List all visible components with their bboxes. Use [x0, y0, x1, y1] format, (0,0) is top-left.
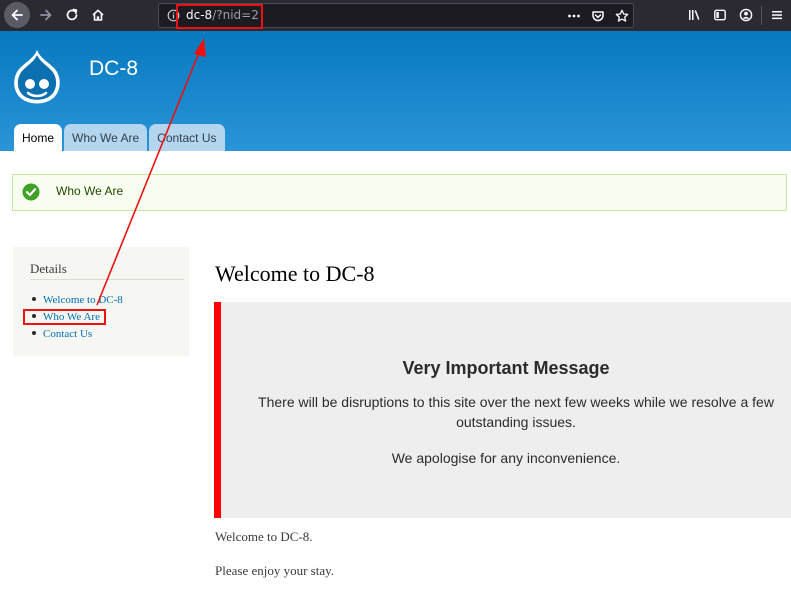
- primary-tabs: Home Who We Are Contact Us: [14, 124, 227, 151]
- account-icon: [739, 8, 753, 22]
- sidebar-divider: [30, 279, 184, 280]
- tab-who-we-are[interactable]: Who We Are: [64, 124, 148, 151]
- body-paragraph: Please enjoy your stay.: [215, 563, 335, 578]
- sidebar-item-label: Welcome to DC-8: [43, 294, 123, 306]
- forward-arrow-icon: [40, 9, 52, 21]
- home-icon: [92, 9, 104, 21]
- notice-apology: We apologise for any inconvenience.: [391, 450, 621, 466]
- browser-toolbar: dc-8/?nid=2: [0, 0, 791, 31]
- sidebar-details: Details Welcome to DC-8 Who We Are Conta…: [13, 247, 189, 356]
- body-paragraph: Welcome to DC-8.: [215, 529, 313, 544]
- back-button[interactable]: [4, 2, 30, 28]
- drupal-logo-icon[interactable]: [10, 48, 64, 106]
- sidebar-item-contact-us[interactable]: Contact Us: [30, 326, 123, 343]
- forward-button[interactable]: [34, 3, 58, 27]
- bookmark-star-icon[interactable]: [615, 9, 629, 23]
- pocket-icon[interactable]: [591, 9, 605, 23]
- account-button[interactable]: [734, 3, 758, 27]
- sidebar-item-welcome[interactable]: Welcome to DC-8: [30, 292, 123, 309]
- important-notice: Very Important Message There will be dis…: [214, 302, 791, 518]
- sidebar-icon: [714, 9, 726, 21]
- home-button[interactable]: [86, 3, 110, 27]
- library-button[interactable]: [682, 3, 706, 27]
- page-title: Welcome to DC-8: [215, 261, 375, 286]
- reload-icon: [66, 8, 78, 21]
- status-text: Who We Are: [56, 184, 124, 198]
- check-circle-icon: [22, 183, 40, 201]
- site-header: DC-8 Home Who We Are Contact Us: [0, 31, 791, 151]
- back-arrow-icon: [11, 9, 23, 21]
- notice-heading: Very Important Message: [402, 358, 610, 378]
- site-name[interactable]: DC-8: [89, 57, 138, 81]
- library-icon: [689, 10, 700, 20]
- reload-button[interactable]: [60, 3, 84, 27]
- status-message: Who We Are: [12, 174, 787, 211]
- sidebar-button[interactable]: [708, 3, 732, 27]
- tab-contact-us[interactable]: Contact Us: [149, 124, 225, 151]
- more-dots-icon[interactable]: [567, 9, 581, 23]
- bullet-icon: [32, 331, 36, 336]
- annotation-box-link: [23, 309, 106, 325]
- sidebar-title: Details: [30, 261, 67, 276]
- menu-button[interactable]: [765, 3, 789, 27]
- notice-paragraph: There will be disruptions to this site o…: [258, 394, 774, 430]
- menu-icon: [772, 11, 782, 20]
- sidebar-item-label: Contact Us: [43, 328, 93, 340]
- annotation-box-url: [176, 4, 263, 29]
- bullet-icon: [32, 297, 36, 302]
- toolbar-divider: [761, 6, 762, 25]
- tab-home[interactable]: Home: [14, 124, 63, 151]
